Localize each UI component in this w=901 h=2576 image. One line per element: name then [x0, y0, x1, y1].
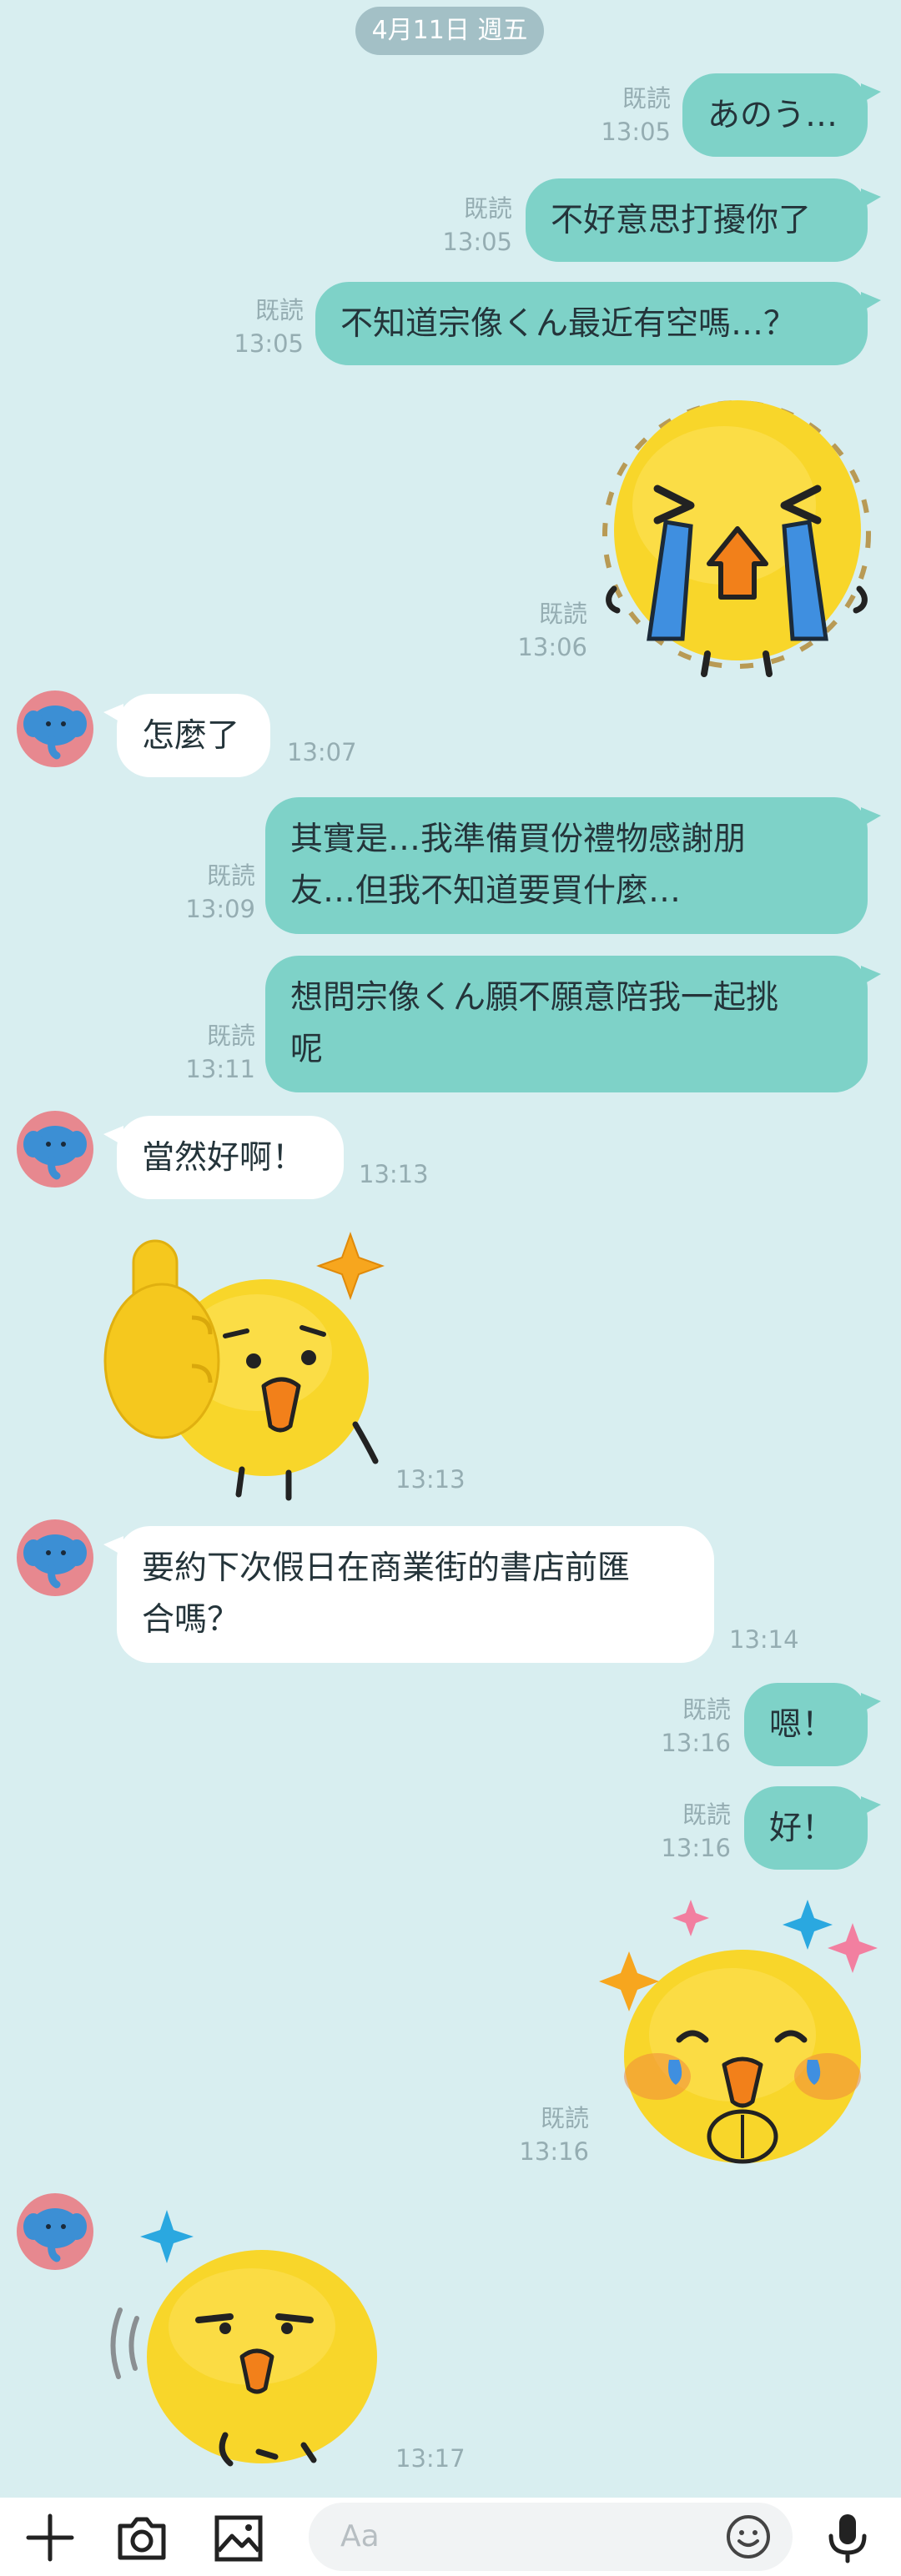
message-bubble[interactable]: 怎麼了	[103, 694, 270, 777]
read-receipt: 既読	[538, 600, 587, 628]
microphone-icon[interactable]	[821, 2511, 874, 2564]
message-time: 13:17	[395, 2444, 466, 2473]
read-receipt: 既読	[682, 1695, 731, 1724]
message-time: 13:11	[185, 1055, 255, 1083]
message-bubble[interactable]: 不好意思打擾你了	[526, 178, 881, 262]
message-time: 13:16	[661, 1729, 731, 1757]
crying-blob-sticker[interactable]	[599, 389, 874, 680]
elephant-icon	[23, 2208, 87, 2262]
avatar[interactable]	[17, 690, 93, 767]
message-meta: 既読 13:06	[501, 597, 587, 664]
message-time: 13:09	[185, 895, 255, 923]
message-time: 13:05	[601, 118, 671, 146]
read-receipt: 既読	[254, 296, 304, 324]
avatar[interactable]	[17, 1111, 93, 1188]
touched-blob-sticker[interactable]	[599, 1893, 883, 2185]
emoji-icon[interactable]	[722, 2511, 774, 2563]
message-meta: 既読 13:09	[167, 859, 255, 926]
date-separator: 4月11日 週五	[355, 7, 544, 55]
message-time: 13:16	[661, 1834, 731, 1862]
message-time: 13:14	[729, 1625, 799, 1654]
elephant-icon	[23, 1126, 87, 1180]
message-bubble[interactable]: 嗯！	[744, 1683, 881, 1766]
read-receipt: 既読	[622, 84, 671, 113]
message-bubble[interactable]: 不知道宗像くん最近有空嗎…？	[315, 282, 881, 365]
message-time: 13:06	[517, 633, 587, 661]
plus-icon[interactable]	[23, 2511, 77, 2564]
message-bubble[interactable]: 好！	[744, 1786, 881, 1870]
message-time: 13:05	[442, 228, 512, 256]
elephant-icon	[23, 706, 87, 760]
message-meta: 既読 13:16	[642, 1693, 731, 1760]
message-time: 13:13	[395, 1465, 466, 1494]
message-meta: 既読 13:05	[217, 294, 304, 360]
read-receipt: 既読	[682, 1800, 731, 1829]
avatar[interactable]	[17, 1519, 93, 1596]
message-meta: 既読 13:16	[501, 2101, 589, 2168]
read-receipt: 既読	[206, 1022, 255, 1050]
message-time: 13:16	[519, 2137, 589, 2166]
message-bubble[interactable]: 其實是…我準備買份禮物感謝朋 友…但我不知道要買什麼…	[265, 797, 881, 934]
message-time: 13:07	[287, 738, 357, 766]
camera-icon[interactable]	[115, 2511, 169, 2564]
waving-blob-sticker[interactable]	[100, 2210, 384, 2477]
message-meta: 既読 13:05	[424, 192, 512, 259]
input-placeholder: Aa	[340, 2519, 380, 2553]
message-meta: 既読 13:16	[642, 1798, 731, 1865]
message-time: 13:13	[359, 1160, 429, 1188]
read-receipt: 既読	[206, 861, 255, 890]
read-receipt: 既読	[540, 2104, 589, 2132]
thumbs-up-blob-sticker[interactable]	[100, 1219, 392, 1511]
message-bubble[interactable]: あのう…	[682, 73, 881, 157]
message-meta: 既読 13:11	[167, 1019, 255, 1086]
message-bubble[interactable]: 要約下次假日在商業街的書店前匯 合嗎？	[103, 1526, 714, 1663]
message-meta: 既読 13:05	[584, 82, 671, 148]
avatar[interactable]	[17, 2193, 93, 2270]
message-input[interactable]: Aa	[309, 2503, 793, 2571]
message-time: 13:05	[234, 329, 304, 358]
message-bubble[interactable]: 當然好啊！	[103, 1116, 344, 1199]
elephant-icon	[23, 1534, 87, 1589]
image-icon[interactable]	[212, 2511, 265, 2564]
message-input-bar: Aa	[0, 2498, 901, 2576]
message-bubble[interactable]: 想問宗像くん願不願意陪我一起挑 呢	[265, 956, 881, 1092]
read-receipt: 既読	[463, 194, 512, 223]
